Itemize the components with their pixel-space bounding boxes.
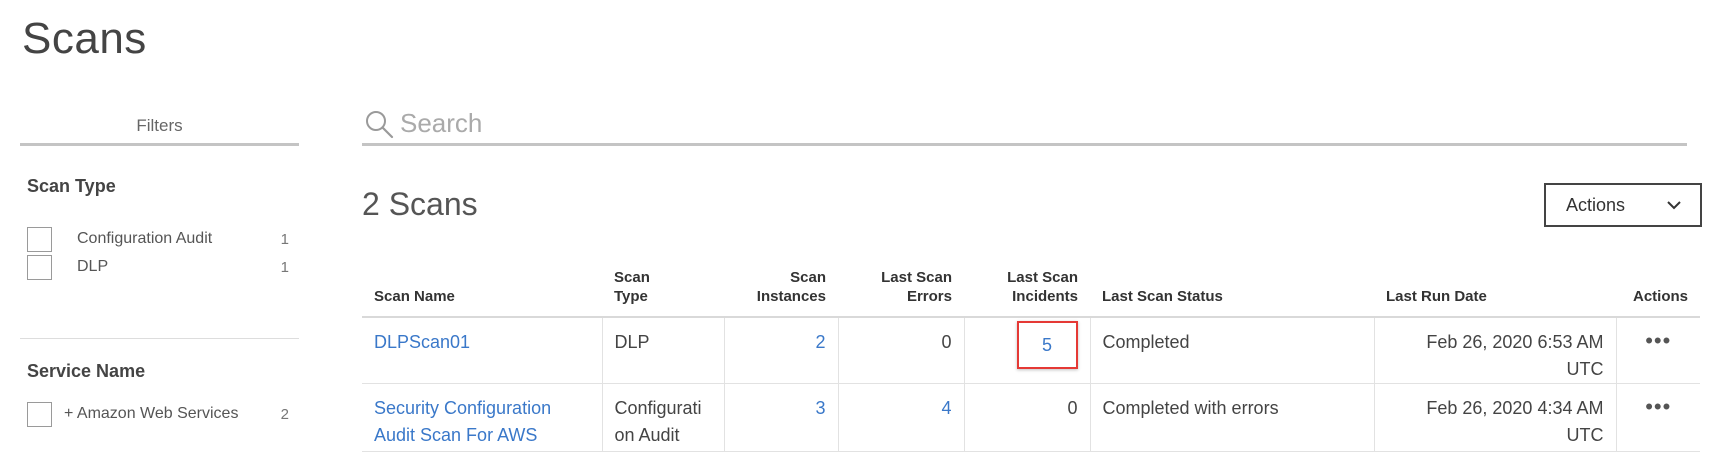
last-scan-errors-link[interactable]: 4 [941,398,951,418]
cell-last-scan-errors: 0 [837,317,964,384]
cell-actions: ••• [1615,383,1700,452]
filter-option-dlp[interactable]: DLP 1 [27,253,289,281]
column-header-last-scan-incidents[interactable]: Last Scan Incidents [964,268,1090,318]
filter-option-label: + Amazon Web Services [64,405,239,422]
filter-option-amazon-web-services[interactable]: + Amazon Web Services 2 [27,400,289,428]
filter-group-scan-type-title: Scan Type [27,176,116,196]
scan-instances-link[interactable]: 2 [815,332,825,352]
scan-type-text: Configurati on Audit [614,398,702,445]
cell-last-scan-errors: 4 [837,383,964,452]
checkbox[interactable] [27,401,52,427]
column-header-last-scan-errors[interactable]: Last Scan Errors [838,268,964,318]
last-run-date-text: Feb 26, 2020 6:53 AM UTC [1426,332,1604,379]
filter-option-label: Configuration Audit [77,230,213,247]
cell-scan-name: DLPScan01 [362,317,602,384]
cell-last-scan-status: Completed with errors [1089,383,1374,452]
filter-option-count: 2 [280,405,289,423]
cell-scan-instances: 2 [723,317,838,384]
table-row: Security Configuration Audit Scan For AWS… [362,383,1700,452]
scan-type-text: DLP [614,332,650,352]
table-header-row: Scan Name Scan Type Scan Instances Last Sc… [362,268,1700,318]
scan-name-link[interactable]: Security Configuration Audit Scan For AWS [374,398,551,445]
column-header-actions: Actions [1616,268,1700,318]
actions-dropdown-button[interactable]: Actions [1544,183,1702,227]
filter-group-service-name-title: Service Name [27,361,146,381]
cell-scan-name: Security Configuration Audit Scan For AWS [362,383,602,452]
actions-button-label: Actions [1566,194,1626,215]
page-title: Scans [22,14,147,63]
chevron-down-icon [1667,201,1681,210]
cell-scan-instances: 3 [723,383,838,452]
cell-last-scan-status: Completed [1089,317,1374,384]
last-scan-incidents-value: 0 [1067,398,1078,418]
cell-last-run-date: Feb 26, 2020 4:34 AM UTC [1373,383,1616,452]
filters-tab-label: Filters [136,116,183,135]
sidebar-divider [20,338,299,339]
more-icon[interactable]: ••• [1645,394,1671,419]
column-header-scan-instances[interactable]: Scan Instances [724,268,838,318]
last-run-date-text: Feb 26, 2020 4:34 AM UTC [1426,398,1604,445]
filter-option-count: 1 [280,258,289,276]
scan-instances-link[interactable]: 3 [815,398,825,418]
scans-table: Scan Name Scan Type Scan Instances Last Sc… [362,268,1700,452]
column-header-scan-type[interactable]: Scan Type [602,268,724,318]
cell-last-run-date: Feb 26, 2020 6:53 AM UTC [1373,317,1616,384]
checkbox[interactable] [27,226,52,252]
cell-scan-type: DLP [601,317,724,384]
cell-scan-type: Configurati on Audit [601,383,724,452]
scan-count: 2 Scans [362,186,478,222]
last-scan-errors-value: 0 [941,332,952,352]
status-text: Completed with errors [1102,398,1279,418]
status-text: Completed [1102,332,1190,352]
filters-tab[interactable]: Filters [20,114,299,146]
cell-last-scan-incidents: 5 [963,317,1090,384]
filter-option-label: DLP [77,258,109,275]
cell-last-scan-incidents: 0 [963,383,1090,452]
more-icon[interactable]: ••• [1645,328,1671,353]
cell-actions: ••• [1615,317,1700,384]
column-header-scan-name[interactable]: Scan Name [362,268,602,318]
last-scan-incidents-link[interactable]: 5 [1016,321,1078,369]
table-row: DLPScan01 DLP 2 0 5 Completed Feb 26, 20… [362,317,1700,384]
search-bar [362,108,1687,146]
checkbox[interactable] [27,254,52,280]
column-header-last-run-date[interactable]: Last Run Date [1374,268,1616,318]
search-icon[interactable] [364,109,394,139]
filter-option-configuration-audit[interactable]: Configuration Audit 1 [27,225,289,253]
filter-option-count: 1 [280,230,289,248]
scan-name-link[interactable]: DLPScan01 [374,332,470,352]
column-header-last-scan-status[interactable]: Last Scan Status [1090,268,1374,318]
search-input[interactable] [400,108,1600,139]
